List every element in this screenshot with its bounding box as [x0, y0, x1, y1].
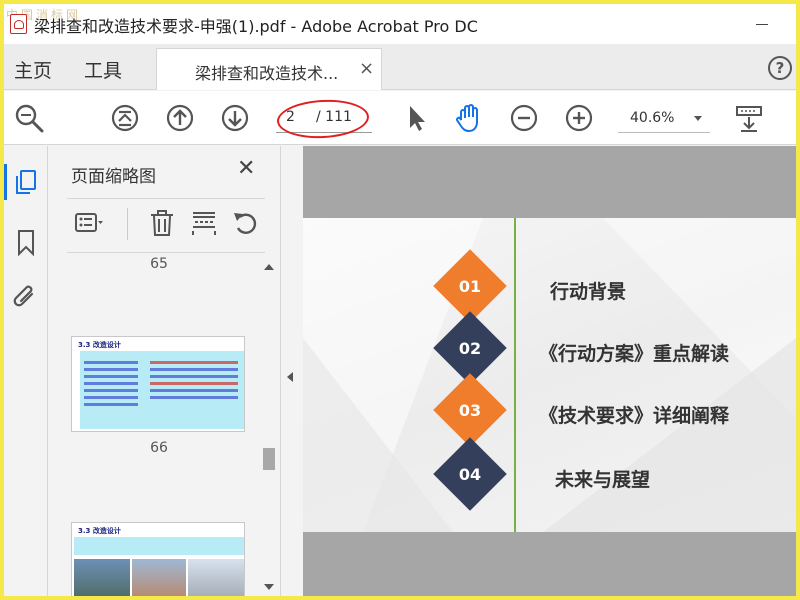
thumbnail-heading: 3.3 改造设计 [78, 527, 121, 535]
scroll-thumb[interactable] [263, 448, 275, 470]
zoom-level-select[interactable]: 40.6% [618, 103, 710, 133]
thumbnail-page-66[interactable]: 3.3 改造设计 [71, 336, 245, 432]
item-label: 《行动方案》重点解读 [539, 343, 730, 365]
page-thumbnails-icon[interactable] [10, 166, 42, 198]
tab-home[interactable]: 主页 [14, 56, 52, 83]
thumbnail-photo [188, 559, 244, 596]
select-cursor-icon[interactable] [400, 101, 434, 135]
thumbnail-page-67[interactable]: 3.3 改造设计 [71, 522, 245, 596]
insert-page-icon[interactable] [189, 208, 219, 238]
chevron-down-icon [694, 116, 702, 121]
navigation-rail [4, 146, 48, 596]
document-tab-label: 梁排查和改造技术... [195, 64, 339, 83]
help-icon[interactable]: ? [768, 56, 792, 80]
next-page-icon[interactable] [218, 101, 252, 135]
pdf-page: 01 行动背景 02 《行动方案》重点解读 03 《技术要求》详细阐释 04 未… [303, 218, 796, 532]
divider [127, 208, 128, 240]
window-title: 梁排查和改造技术要求-申强(1).pdf - Adobe Acrobat Pro… [34, 17, 478, 36]
bookmark-icon[interactable] [10, 226, 42, 258]
search-icon[interactable] [12, 101, 46, 135]
document-view: 01 行动背景 02 《行动方案》重点解读 03 《技术要求》详细阐释 04 未… [303, 146, 796, 596]
thumbnail-photo [132, 559, 186, 596]
close-tab-icon[interactable]: × [359, 58, 374, 79]
options-menu-icon[interactable] [73, 208, 103, 238]
minimize-button[interactable] [756, 24, 768, 25]
previous-page-icon[interactable] [163, 101, 197, 135]
page-background-shapes [303, 218, 796, 532]
item-number: 02 [458, 339, 482, 358]
thumbnails-panel: 页面缩略图 ✕ 65 3.3 改造设计 66 3.3 改造设计 [49, 146, 279, 596]
active-indicator [4, 164, 7, 200]
close-panel-icon[interactable]: ✕ [237, 156, 255, 181]
title-bar: 中国消标网 梁排查和改造技术要求-申强(1).pdf - Adobe Acrob… [4, 4, 796, 44]
pdf-app-icon [10, 14, 27, 34]
toolbar: 2 / 111 40.6% [4, 91, 796, 145]
thumbnail-heading: 3.3 改造设计 [78, 341, 121, 349]
thumbnail-photo [74, 559, 130, 596]
page-display-icon[interactable] [732, 101, 766, 135]
item-number: 04 [458, 465, 482, 484]
zoom-in-icon[interactable] [562, 101, 596, 135]
panel-collapse-bar[interactable] [280, 146, 302, 596]
thumbnail-list: 65 3.3 改造设计 66 3.3 改造设计 [49, 254, 259, 596]
tab-bar: 主页 工具 梁排查和改造技术... × ? [4, 44, 796, 90]
hand-tool-icon[interactable] [452, 101, 486, 135]
divider [67, 198, 265, 199]
attachment-icon[interactable] [10, 282, 42, 314]
acrobat-window: 中国消标网 梁排查和改造技术要求-申强(1).pdf - Adobe Acrob… [4, 4, 796, 596]
item-label: 行动背景 [550, 281, 627, 303]
item-number: 03 [458, 401, 482, 420]
divider [67, 252, 265, 253]
panel-title: 页面缩略图 [71, 167, 156, 187]
tab-document[interactable]: 梁排查和改造技术... × [156, 48, 382, 90]
thumbnail-content [80, 351, 244, 429]
item-label: 《技术要求》详细阐释 [539, 405, 730, 427]
trash-icon[interactable] [147, 208, 177, 238]
chevron-left-icon[interactable] [287, 372, 293, 382]
first-page-icon[interactable] [108, 101, 142, 135]
item-label: 未来与展望 [555, 469, 651, 491]
thumbnail-page-number: 66 [150, 440, 168, 456]
thumbnail-banner [74, 537, 244, 555]
vertical-divider-line [514, 218, 516, 532]
scroll-down-icon[interactable] [264, 584, 274, 590]
item-number: 01 [458, 277, 482, 296]
scroll-up-icon[interactable] [264, 264, 274, 270]
tab-tools[interactable]: 工具 [84, 56, 122, 83]
undo-rotate-icon[interactable] [231, 208, 261, 238]
thumbnail-page-number: 65 [150, 256, 168, 272]
thumbnail-scrollbar[interactable] [260, 258, 278, 596]
zoom-level-value: 40.6% [630, 110, 675, 126]
zoom-out-icon[interactable] [507, 101, 541, 135]
